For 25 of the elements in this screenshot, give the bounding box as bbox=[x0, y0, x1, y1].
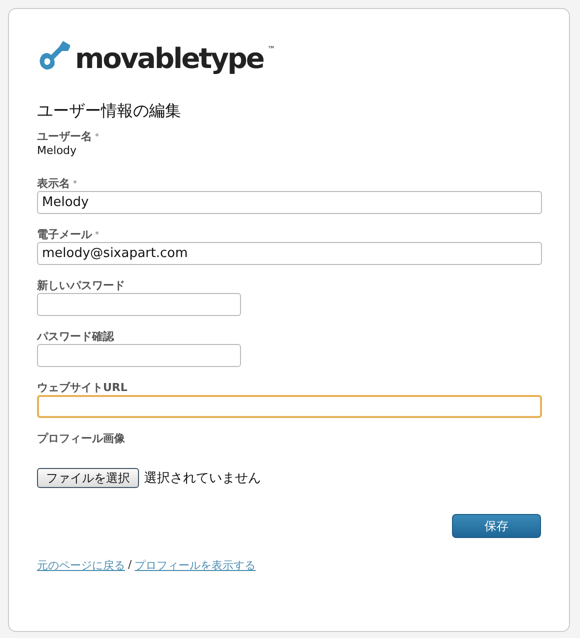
password-field[interactable] bbox=[37, 344, 241, 367]
text-link[interactable]: 元のページに戻る bbox=[37, 558, 125, 573]
password-field[interactable] bbox=[37, 293, 241, 316]
required-mark: * bbox=[95, 131, 99, 143]
save-button[interactable]: 保存 bbox=[452, 514, 541, 538]
input-field[interactable] bbox=[37, 395, 542, 418]
input-field[interactable]: melody@sixapart.com bbox=[37, 242, 542, 265]
field-label: ユーザー名 bbox=[37, 130, 92, 144]
field-label: プロフィール画像 bbox=[37, 432, 125, 446]
field-label: 電子メール bbox=[37, 228, 92, 242]
required-mark: * bbox=[73, 178, 77, 190]
field-value: Melody bbox=[37, 144, 78, 158]
field-label: ウェブサイトURL bbox=[37, 381, 128, 395]
field-label: 表示名 bbox=[37, 177, 70, 191]
required-mark: * bbox=[95, 229, 99, 241]
trademark-sign: ™ bbox=[267, 45, 276, 54]
page-heading: ユーザー情報の編集 bbox=[37, 101, 182, 122]
input-field[interactable]: Melody bbox=[37, 191, 542, 214]
link-separator: / bbox=[128, 558, 132, 573]
choose-file-button[interactable]: ファイルを選択 bbox=[37, 468, 139, 488]
logo-wordmark: movabletype bbox=[75, 41, 264, 77]
field-label: パスワード確認 bbox=[37, 330, 114, 344]
text-link[interactable]: プロフィールを表示する bbox=[134, 558, 256, 573]
file-status: 選択されていません bbox=[144, 470, 261, 487]
field-label: 新しいパスワード bbox=[37, 279, 125, 293]
